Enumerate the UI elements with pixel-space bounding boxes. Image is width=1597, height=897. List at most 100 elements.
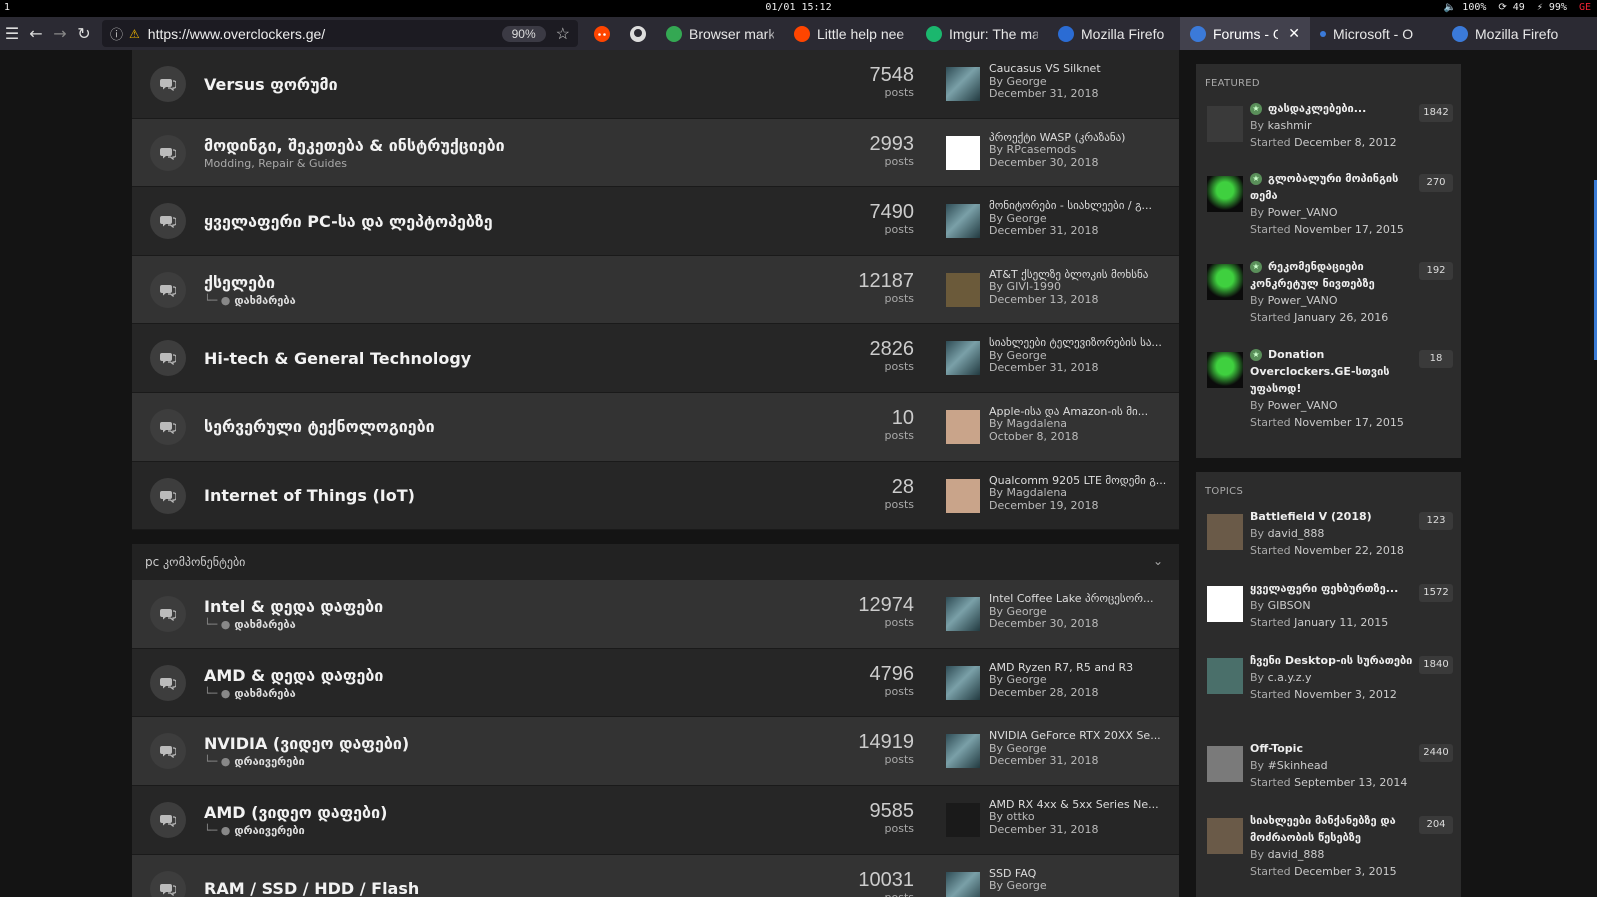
forum-title-link[interactable]: ყველაფერი PC-სა და ლეპტოპებზე — [204, 212, 493, 231]
url-text[interactable]: https://www.overclockers.ge/ — [148, 26, 502, 42]
topic-author-name[interactable]: GIBSON — [1268, 599, 1311, 612]
last-poster-avatar[interactable] — [946, 871, 980, 897]
keyboard-layout-indicator[interactable]: GE — [1579, 2, 1591, 13]
sidebar-topic-item[interactable]: ★ ფასდაკლებები... By kashmir Started Decemb… — [1196, 94, 1461, 164]
forum-title-link[interactable]: RAM / SSD / HDD / Flash — [204, 879, 419, 897]
topic-author-avatar[interactable] — [1207, 746, 1243, 782]
last-post-author[interactable]: By George — [989, 880, 1169, 893]
address-bar[interactable]: ⓘ ⚠ https://www.overclockers.ge/ 90% ☆ — [102, 20, 578, 47]
subforum-label[interactable]: დრაივერები — [234, 755, 304, 768]
last-poster-avatar[interactable] — [946, 478, 980, 513]
topic-author-name[interactable]: kashmir — [1268, 119, 1312, 132]
topic-author-avatar[interactable] — [1207, 586, 1243, 622]
topic-author-name[interactable]: Power_VANO — [1268, 294, 1338, 307]
topic-author-avatar[interactable] — [1207, 658, 1243, 694]
forum-row[interactable]: Intel & დედა დაფები └─ ● დახმარება 12974 pos… — [132, 580, 1179, 649]
forum-title-link[interactable]: Versus ფორუმი — [204, 75, 338, 94]
forum-row[interactable]: სერვერული ტექნოლოგიები 10 posts Apple-ისა დ… — [132, 392, 1179, 462]
forum-row[interactable]: Versus ფორუმი 7548 posts Caucasus VS Silkne… — [132, 50, 1179, 119]
forum-title-link[interactable]: AMD & დედა დაფები — [204, 666, 383, 685]
forum-row[interactable]: AMD & დედა დაფები └─ ● დახმარება 4796 posts A… — [132, 648, 1179, 718]
category-header[interactable]: pc კომპონენტები ⌄ — [132, 544, 1179, 581]
forum-row[interactable]: AMD (ვიდეო დაფები) └─ ● დრაივერები 9585 post… — [132, 785, 1179, 855]
last-post-author[interactable]: By Magdalena — [989, 487, 1169, 500]
reload-button[interactable]: ↻ — [72, 17, 96, 50]
last-poster-avatar[interactable] — [946, 204, 980, 239]
browser-tab[interactable]: Imgur: The ma — [916, 17, 1048, 50]
forward-button[interactable]: → — [48, 17, 72, 50]
topic-title-link[interactable]: Off-Topic — [1250, 734, 1415, 757]
last-poster-avatar[interactable] — [946, 802, 980, 837]
topic-author-name[interactable]: #Skinhead — [1268, 759, 1328, 772]
close-tab-icon[interactable]: ✕ — [1288, 25, 1300, 42]
sidebar-topic-item[interactable]: ★ რეკომენდაციები კონკრეტულ ნივთებზე By Pow… — [1196, 252, 1461, 340]
forum-title-link[interactable]: მოდინგი, შეკეთება & ინსტრუქციები — [204, 136, 505, 155]
topic-author-name[interactable]: c.a.y.z.y — [1268, 671, 1312, 684]
topic-author-name[interactable]: Power_VANO — [1268, 399, 1338, 412]
topic-author-avatar[interactable] — [1207, 106, 1243, 142]
last-poster-avatar[interactable] — [946, 734, 980, 769]
volume-indicator[interactable]: 🔈 100% — [1444, 2, 1487, 13]
browser-tab[interactable]: Browser mark — [656, 17, 784, 50]
subforum-link[interactable]: └─ ● დახმარება — [204, 618, 383, 631]
subforum-label[interactable]: დახმარება — [234, 687, 295, 700]
forum-title-link[interactable]: Hi-tech & General Technology — [204, 349, 471, 368]
forum-title-link[interactable]: Intel & დედა დაფები — [204, 597, 383, 616]
topic-author-avatar[interactable] — [1207, 176, 1243, 212]
sidebar-topic-item[interactable]: სიახლეები მანქანებზე და მოძრაობის წესებზ… — [1196, 806, 1461, 880]
topic-title-link[interactable]: ყველაფერი ფეხბურთზე... — [1250, 574, 1415, 597]
subforum-label[interactable]: დახმარება — [234, 618, 295, 631]
last-poster-avatar[interactable] — [946, 665, 980, 700]
forum-title-link[interactable]: AMD (ვიდეო დაფები) — [204, 803, 387, 822]
topic-title-link[interactable]: ★ რეკომენდაციები კონკრეტულ ნივთებზე — [1250, 252, 1415, 292]
forum-title-link[interactable]: Internet of Things (IoT) — [204, 486, 415, 505]
topic-title-link[interactable]: სიახლეები მანქანებზე და მოძრაობის წესებზ… — [1250, 806, 1415, 846]
subforum-label[interactable]: დახმარება — [234, 294, 295, 307]
last-post-title-link[interactable]: მონიტორები - სიახლეები / გ... — [989, 200, 1169, 213]
last-post-author[interactable]: By RPcasemods — [989, 144, 1169, 157]
last-poster-avatar[interactable] — [946, 67, 980, 101]
bookmark-star-icon[interactable]: ☆ — [556, 24, 570, 44]
sidebar-topic-item[interactable]: ჩვენი Desktop-ის სურათები By c.a.y.z.y Sta… — [1196, 646, 1461, 734]
forum-title-link[interactable]: NVIDIA (ვიდეო დაფები) — [204, 734, 409, 753]
zoom-level[interactable]: 90% — [501, 25, 546, 42]
topic-title-text[interactable]: Off-Topic — [1250, 742, 1303, 755]
subforum-link[interactable]: └─ ● დახმარება — [204, 294, 296, 307]
subforum-link[interactable]: └─ ● დრაივერები — [204, 824, 387, 837]
sidebar-topic-item[interactable]: Battlefield V (2018) By david_888 Started … — [1196, 502, 1461, 574]
forum-row[interactable]: Internet of Things (IoT) 28 posts Qualcomm … — [132, 461, 1179, 531]
last-post-author[interactable]: By GIVI-1990 — [989, 281, 1169, 294]
github-pinned-tab[interactable] — [620, 17, 656, 50]
forum-row[interactable]: ყველაფერი PC-სა და ლეპტოპებზე 7490 posts მო… — [132, 187, 1179, 256]
back-button[interactable]: ← — [24, 17, 48, 50]
last-post-title-link[interactable]: სიახლეები ტელევიზორების სა... — [989, 337, 1169, 350]
last-post-title-link[interactable]: Caucasus VS Silknet — [989, 63, 1169, 76]
topic-author-avatar[interactable] — [1207, 352, 1243, 388]
forum-row[interactable]: მოდინგი, შეკეთება & ინსტრუქციები Modding,… — [132, 118, 1179, 188]
topic-author-name[interactable]: david_888 — [1268, 848, 1325, 861]
topic-title-text[interactable]: Donation Overclockers.GE-სთვის უფასოდ! — [1250, 348, 1390, 395]
topic-title-link[interactable]: ჩვენი Desktop-ის სურათები — [1250, 646, 1415, 669]
last-poster-avatar[interactable] — [946, 272, 980, 307]
browser-tab[interactable]: Mozilla Firefo — [1442, 17, 1574, 50]
menu-icon[interactable]: ☰ — [0, 17, 24, 50]
forum-row[interactable]: RAM / SSD / HDD / Flash 10031posts SSD FAQ… — [132, 854, 1179, 897]
insecure-lock-icon[interactable]: ⚠ — [129, 27, 140, 41]
info-icon[interactable]: ⓘ — [110, 24, 123, 43]
subforum-label[interactable]: დრაივერები — [234, 824, 304, 837]
forum-title-link[interactable]: ქსელები — [204, 273, 296, 292]
topic-title-link[interactable]: Battlefield V (2018) — [1250, 502, 1415, 525]
subforum-link[interactable]: └─ ● დახმარება — [204, 687, 383, 700]
browser-tab[interactable]: Little help nee — [784, 17, 916, 50]
last-poster-avatar[interactable] — [946, 597, 980, 632]
last-post-title-link[interactable]: Intel Coffee Lake პროცესორ... — [989, 593, 1169, 606]
topic-author-avatar[interactable] — [1207, 264, 1243, 300]
topic-author-avatar[interactable] — [1207, 514, 1243, 550]
topic-title-text[interactable]: ფასდაკლებები... — [1268, 102, 1366, 115]
updates-indicator[interactable]: ⟳ 49 — [1498, 2, 1524, 13]
topic-title-link[interactable]: ★ Donation Overclockers.GE-სთვის უფასოდ! — [1250, 340, 1415, 397]
topic-title-text[interactable]: ჩვენი Desktop-ის სურათები — [1250, 654, 1412, 667]
chevron-down-icon[interactable]: ⌄ — [1153, 554, 1163, 568]
browser-tab[interactable]: Mozilla Firefo — [1048, 17, 1180, 50]
topic-title-text[interactable]: სიახლეები მანქანებზე და მოძრაობის წესებზ… — [1250, 814, 1396, 844]
